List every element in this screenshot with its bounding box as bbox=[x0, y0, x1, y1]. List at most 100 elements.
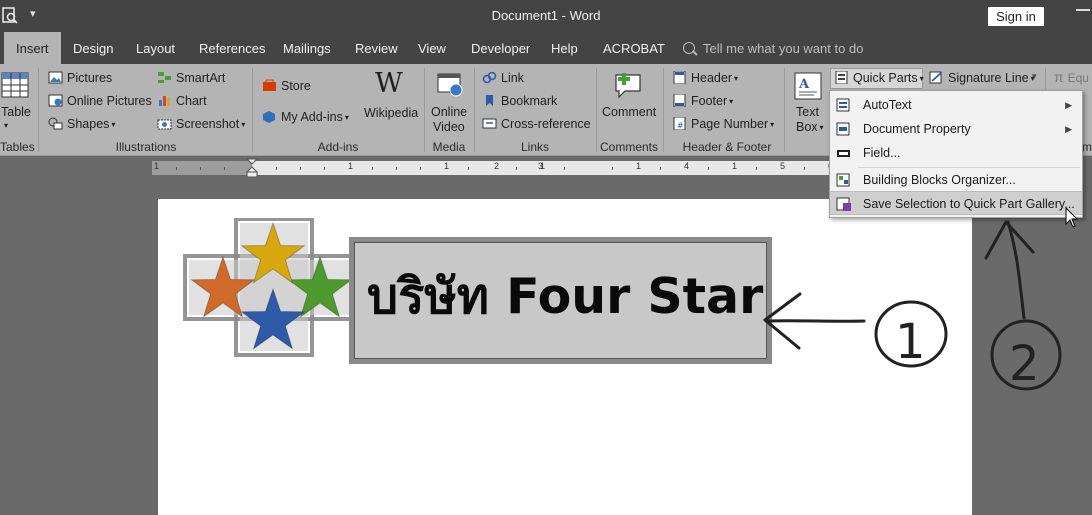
store-label: Store bbox=[281, 79, 311, 93]
divider bbox=[38, 68, 39, 152]
signature-line-dropdown-icon[interactable]: ▾ bbox=[1032, 71, 1037, 82]
tab-view[interactable]: View bbox=[418, 32, 446, 64]
tell-me-search[interactable]: Tell me what you want to do bbox=[683, 32, 863, 64]
ruler-number: 2 bbox=[494, 161, 500, 171]
tab-mailings[interactable]: Mailings bbox=[283, 32, 331, 64]
tab-insert[interactable]: Insert bbox=[4, 32, 61, 64]
ruler-tick bbox=[276, 167, 277, 170]
tab-references[interactable]: References bbox=[199, 32, 265, 64]
page-number-label: Page Number bbox=[691, 117, 769, 131]
link-icon bbox=[482, 71, 497, 84]
menu-item-building-blocks-organizer[interactable]: Building Blocks Organizer... bbox=[830, 168, 1082, 192]
bookmark-button[interactable]: Bookmark bbox=[482, 94, 557, 108]
ruler-tick bbox=[612, 167, 613, 170]
ruler-tick bbox=[516, 167, 517, 170]
ruler-number: 3 bbox=[538, 161, 544, 171]
cross-reference-label: Cross-reference bbox=[501, 117, 591, 131]
title-bar: ▾ Document1 - Word Sign in bbox=[0, 0, 1092, 32]
footer-button[interactable]: Footer ▾ bbox=[672, 94, 733, 108]
smartart-button[interactable]: SmartArt bbox=[157, 71, 225, 85]
pictures-button[interactable]: Pictures bbox=[48, 71, 112, 85]
signature-line-icon bbox=[929, 71, 942, 84]
menu-item-save-selection[interactable]: Save Selection to Quick Part Gallery... bbox=[830, 191, 1082, 215]
tab-help[interactable]: Help bbox=[551, 32, 578, 64]
minimize-button[interactable] bbox=[1076, 9, 1090, 11]
submenu-arrow-icon: ▶ bbox=[1065, 124, 1072, 134]
bookmark-icon bbox=[486, 95, 493, 106]
divider bbox=[474, 68, 475, 152]
group-comments-label: Comments bbox=[599, 140, 658, 154]
wikipedia-button[interactable]: Wikipedia bbox=[364, 106, 418, 120]
store-button[interactable]: Store bbox=[262, 79, 311, 93]
header-button[interactable]: Header ▾ bbox=[672, 71, 738, 85]
tab-acrobat[interactable]: ACROBAT bbox=[603, 32, 665, 64]
link-label: Link bbox=[501, 71, 524, 85]
ruler-tick bbox=[300, 167, 301, 170]
ruler-tick bbox=[396, 167, 397, 170]
group-tables-label: Tables bbox=[0, 140, 35, 154]
table-dropdown-icon[interactable]: ▾ bbox=[4, 121, 8, 130]
menu-item-autotext[interactable]: AutoText ▶ bbox=[830, 93, 1082, 117]
online-video-label-1: Online bbox=[431, 105, 468, 119]
cross-reference-button[interactable]: Cross-reference bbox=[482, 117, 591, 131]
table-button[interactable]: Table bbox=[1, 105, 31, 119]
screenshot-label: Screenshot bbox=[176, 117, 240, 131]
chart-button[interactable]: Chart bbox=[157, 94, 207, 108]
indent-marker-icon[interactable] bbox=[246, 158, 258, 178]
shapes-label: Shapes bbox=[67, 117, 110, 131]
annotation-arrowhead-2 bbox=[984, 220, 1035, 260]
tell-me-placeholder: Tell me what you want to do bbox=[703, 41, 864, 56]
shapes-button[interactable]: Shapes ▾ bbox=[48, 117, 115, 131]
cross-reference-icon bbox=[482, 118, 497, 129]
search-icon bbox=[683, 42, 695, 54]
ruler-tick bbox=[660, 167, 661, 170]
header-icon bbox=[673, 71, 686, 84]
store-icon bbox=[263, 79, 276, 91]
my-addins-button[interactable]: My Add-ins ▾ bbox=[262, 110, 349, 124]
screenshot-button[interactable]: Screenshot ▾ bbox=[157, 117, 245, 131]
group-addins-label: Add-ins bbox=[317, 140, 359, 154]
annotation-arrow-2 bbox=[1006, 220, 1026, 320]
sign-in-button[interactable]: Sign in bbox=[988, 7, 1044, 26]
online-video-button[interactable]: Online Video bbox=[431, 105, 467, 134]
quick-parts-icon bbox=[835, 71, 848, 84]
ruler-tick bbox=[420, 167, 421, 170]
my-addins-icon bbox=[263, 111, 275, 123]
signature-line-button[interactable]: Signature Line ▾ bbox=[929, 71, 1035, 85]
group-illustrations-label: Illustrations bbox=[115, 140, 177, 154]
company-name-textbox[interactable]: บริษัท Four Star bbox=[354, 242, 767, 359]
equation-label: Equ bbox=[1067, 71, 1089, 85]
page-number-button[interactable]: # Page Number ▾ bbox=[672, 117, 774, 131]
equation-button[interactable]: π Equ bbox=[1054, 69, 1089, 85]
online-video-label-2: Video bbox=[433, 120, 465, 134]
online-pictures-button[interactable]: Online Pictures bbox=[48, 94, 152, 108]
shapes-icon bbox=[48, 117, 63, 130]
ruler-number: 4 bbox=[684, 161, 690, 171]
quick-parts-button[interactable]: Quick Parts ▾ bbox=[830, 68, 924, 89]
tab-developer[interactable]: Developer bbox=[471, 32, 530, 64]
online-pictures-label: Online Pictures bbox=[67, 94, 152, 108]
ruler-tick bbox=[468, 167, 469, 170]
tab-review[interactable]: Review bbox=[355, 32, 398, 64]
my-addins-label: My Add-ins bbox=[281, 110, 343, 124]
smartart-label: SmartArt bbox=[176, 71, 226, 85]
tab-layout[interactable]: Layout bbox=[136, 32, 175, 64]
comment-button[interactable]: Comment bbox=[602, 105, 656, 119]
ruler-number: 1 bbox=[444, 161, 450, 171]
comment-icon bbox=[615, 73, 641, 99]
tab-design[interactable]: Design bbox=[73, 32, 113, 64]
menu-item-document-property[interactable]: Document Property ▶ bbox=[830, 117, 1082, 141]
text-box-icon: A bbox=[794, 72, 822, 100]
ribbon-tabs: Insert Design Layout References Mailings… bbox=[0, 32, 1092, 64]
menu-item-field[interactable]: Field... bbox=[830, 141, 1082, 165]
page-number-icon: # bbox=[673, 117, 686, 130]
four-star-logo-icon[interactable] bbox=[183, 218, 363, 358]
table-icon bbox=[1, 72, 29, 98]
ruler-tick bbox=[804, 167, 805, 170]
link-button[interactable]: Link bbox=[482, 71, 524, 85]
quick-parts-label: Quick Parts bbox=[853, 71, 918, 85]
annotation-circle-2 bbox=[990, 319, 1062, 391]
window-title: Document1 - Word bbox=[491, 8, 601, 23]
screenshot-icon bbox=[157, 119, 172, 130]
text-box-button[interactable]: Text Box ▾ bbox=[796, 105, 824, 134]
